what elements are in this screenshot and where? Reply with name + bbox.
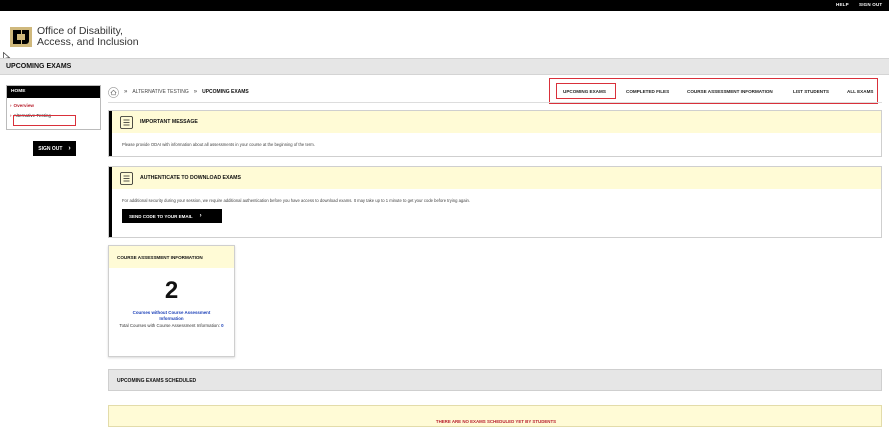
page-title: UPCOMING EXAMS <box>6 63 72 70</box>
brand-title: Office of Disability, Access, and Inclus… <box>37 26 139 48</box>
help-link[interactable]: HELP <box>836 2 849 7</box>
courses-without-assessment-link[interactable]: Courses without Course Assessment Inform… <box>109 310 234 322</box>
home-icon[interactable] <box>108 86 119 98</box>
chevron-right-icon: › <box>68 145 71 152</box>
breadcrumb-current: UPCOMING EXAMS <box>202 89 249 95</box>
no-exams-banner: THERE ARE NO EXAMS SCHEDULED YET BY STUD… <box>108 405 882 427</box>
no-exams-message: THERE ARE NO EXAMS SCHEDULED YET BY STUD… <box>435 419 557 424</box>
highlight-box <box>13 115 76 126</box>
breadcrumb-separator-icon: » <box>193 89 198 95</box>
cu-logo-icon <box>10 27 32 47</box>
assessment-count: 2 <box>164 277 179 304</box>
sidebar-item-overview[interactable]: › Overview <box>7 101 100 109</box>
send-code-button[interactable]: SEND CODE TO YOUR EMAIL › <box>122 209 222 223</box>
sign-out-label: SIGN OUT <box>38 145 63 152</box>
card-title: COURSE ASSESSMENT INFORMATION <box>109 246 234 268</box>
top-bar: HELP SIGN OUT <box>0 0 889 11</box>
sign-out-button[interactable]: SIGN OUT › <box>33 141 76 156</box>
total-courses-text: Total Courses with Course Assessment Inf… <box>109 323 234 329</box>
tab-all-exams[interactable]: ALL EXAMS <box>847 89 873 94</box>
brand-line-2: Access, and Inclusion <box>37 36 139 48</box>
chevron-right-icon: › <box>10 112 12 118</box>
panel-body: Please provide ODAI with information abo… <box>109 133 881 156</box>
divider <box>108 102 882 103</box>
chevron-right-icon: › <box>199 213 202 219</box>
document-icon <box>120 171 133 185</box>
section-title: UPCOMING EXAMS SCHEDULED <box>117 378 197 384</box>
send-code-label: SEND CODE TO YOUR EMAIL <box>129 213 193 219</box>
important-message-panel: IMPORTANT MESSAGE Please provide ODAI wi… <box>108 110 882 157</box>
panel-header: AUTHENTICATE TO DOWNLOAD EXAMS <box>109 167 881 189</box>
sidebar: HOME › Overview › Alternative Testing <box>6 85 101 130</box>
sidebar-item-label: Overview <box>13 102 34 108</box>
total-courses-label: Total Courses with Course Assessment Inf… <box>119 323 220 328</box>
breadcrumb-separator-icon: » <box>124 89 128 95</box>
upcoming-exams-scheduled-header: UPCOMING EXAMS SCHEDULED <box>108 369 882 391</box>
panel-body: For additional security during your sess… <box>109 189 881 237</box>
page-title-bar: UPCOMING EXAMS <box>0 58 889 75</box>
top-sign-out-link[interactable]: SIGN OUT <box>859 2 882 7</box>
panel-header: IMPORTANT MESSAGE <box>109 111 881 133</box>
auth-description: For additional security during your sess… <box>122 198 470 203</box>
authenticate-panel: AUTHENTICATE TO DOWNLOAD EXAMS For addit… <box>108 166 882 238</box>
panel-title: IMPORTANT MESSAGE <box>140 119 198 125</box>
panel-title: AUTHENTICATE TO DOWNLOAD EXAMS <box>140 175 241 181</box>
tab-course-assessment-information[interactable]: COURSE ASSESSMENT INFORMATION <box>687 89 773 94</box>
sidebar-home[interactable]: HOME <box>7 86 100 98</box>
chevron-right-icon: › <box>10 102 12 108</box>
tab-upcoming-exams[interactable]: UPCOMING EXAMS <box>563 89 606 94</box>
course-assessment-card: COURSE ASSESSMENT INFORMATION 2 Courses … <box>108 245 235 357</box>
breadcrumb-alternative-testing[interactable]: ALTERNATIVE TESTING <box>132 89 188 95</box>
total-courses-value[interactable]: 0 <box>221 323 223 328</box>
breadcrumb: » ALTERNATIVE TESTING » UPCOMING EXAMS <box>108 86 249 98</box>
tab-list-students[interactable]: LIST STUDENTS <box>793 89 829 94</box>
tab-completed-files[interactable]: COMPLETED FILES <box>626 89 669 94</box>
document-icon <box>120 115 133 129</box>
brand-header[interactable]: Office of Disability, Access, and Inclus… <box>10 24 139 50</box>
